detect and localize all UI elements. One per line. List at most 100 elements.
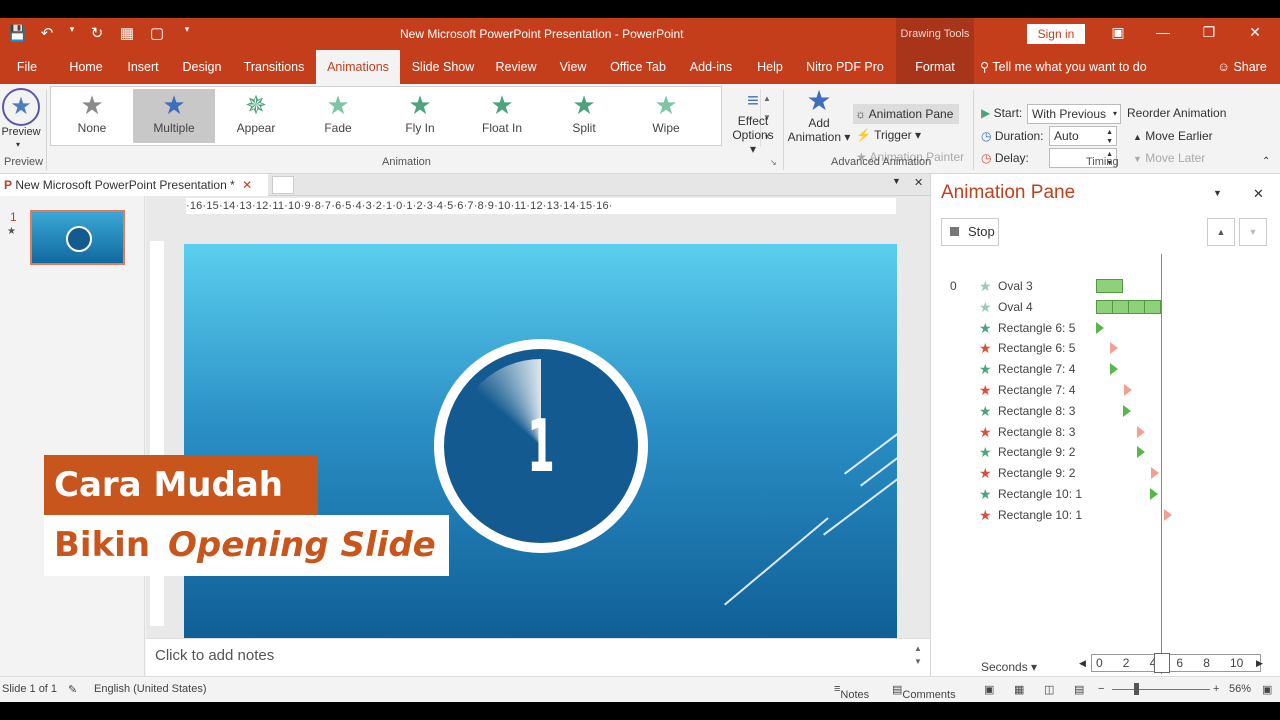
collapse-ribbon-icon[interactable]: ⌃ — [1262, 156, 1270, 167]
zoom-slider-thumb[interactable] — [1134, 683, 1139, 695]
slide-show-view-icon[interactable]: ▤ — [1074, 683, 1084, 696]
dialog-launcher-icon[interactable]: ↘ — [770, 158, 777, 167]
tab-animations[interactable]: Animations — [316, 50, 400, 84]
tab-office-tab[interactable]: Office Tab — [604, 50, 672, 84]
sign-in-button[interactable]: Sign in — [1027, 24, 1085, 44]
pane-options-icon[interactable]: ▼ — [1213, 188, 1222, 198]
triangle-up-icon: ▲ — [1133, 132, 1142, 142]
zoom-out-icon[interactable]: − — [1098, 683, 1104, 695]
notes-button[interactable]: ≡ Notes — [834, 683, 869, 701]
animation-list-item[interactable]: ★ Rectangle 10: 1 — [931, 484, 1280, 504]
stop-button[interactable]: Stop — [941, 218, 999, 246]
animation-item-name: Rectangle 9: 2 — [998, 445, 1076, 460]
zoom-level[interactable]: 56% — [1229, 683, 1251, 695]
customize-qat-icon[interactable]: ▾ — [178, 24, 196, 42]
animation-pane-button[interactable]: ☼ Animation Pane — [853, 104, 959, 124]
reading-view-icon[interactable]: ◫ — [1044, 683, 1054, 696]
tab-file[interactable]: File — [8, 50, 46, 84]
animation-list-item[interactable]: ★ Rectangle 6: 5 — [931, 338, 1280, 358]
share-button[interactable]: ☺ Share — [1212, 50, 1272, 84]
gallery-item-wipe[interactable]: ★ Wipe — [625, 89, 707, 143]
duration-input[interactable]: Auto ▲ ▼ — [1049, 126, 1117, 146]
animation-list-item[interactable]: ★ Rectangle 7: 4 — [931, 359, 1280, 379]
document-tab[interactable]: P New Microsoft PowerPoint Presentation … — [0, 174, 268, 196]
animation-list-item[interactable]: ★ Rectangle 7: 4 — [931, 380, 1280, 400]
tab-nitro-pdf-pro[interactable]: Nitro PDF Pro — [800, 50, 890, 84]
timeline-left-icon[interactable]: ◀ — [1079, 658, 1086, 669]
tab-format[interactable]: Format — [896, 50, 974, 84]
animation-list-item[interactable]: ★ Rectangle 10: 1 — [931, 505, 1280, 525]
notes-placeholder[interactable]: Click to add notes — [146, 638, 930, 676]
fit-slide-icon[interactable]: ▣ — [1262, 683, 1272, 696]
move-up-button[interactable]: ▲ — [1207, 218, 1235, 246]
slide-thumbnail[interactable] — [30, 210, 125, 265]
move-earlier-button[interactable]: ▲ Move Earlier — [1133, 129, 1213, 143]
tab-view[interactable]: View — [552, 50, 594, 84]
spellcheck-icon[interactable]: ✎ — [68, 683, 77, 696]
comments-button[interactable]: ▤ Comments — [892, 683, 956, 701]
seconds-dropdown[interactable]: Seconds ▾ — [981, 660, 1037, 674]
countdown-circle[interactable]: 1 — [434, 339, 648, 553]
preview-button[interactable]: ★ Preview ▾ — [0, 88, 42, 150]
normal-view-icon[interactable]: ▣ — [984, 683, 994, 696]
zoom-in-icon[interactable]: + — [1213, 683, 1219, 695]
move-later-button[interactable]: ▼ Move Later — [1133, 151, 1205, 165]
start-select[interactable]: With Previous ▾ — [1027, 104, 1121, 124]
gallery-item-fly-in[interactable]: ★ Fly In — [379, 89, 461, 143]
ribbon-display-options-icon[interactable]: ▣ — [1108, 24, 1128, 41]
decorative-line — [844, 415, 897, 475]
close-tab-icon[interactable]: ✕ — [242, 178, 252, 192]
trigger-button[interactable]: ⚡ Trigger ▾ — [856, 128, 921, 142]
tab-help[interactable]: Help — [750, 50, 790, 84]
gallery-item-fade[interactable]: ★ Fade — [297, 89, 379, 143]
move-down-button[interactable]: ▼ — [1239, 218, 1267, 246]
tab-insert[interactable]: Insert — [120, 50, 166, 84]
new-tab-button[interactable] — [272, 176, 294, 194]
minimize-icon[interactable]: — — [1153, 24, 1173, 40]
gallery-item-none[interactable]: ★ None — [51, 89, 133, 143]
save-icon[interactable]: 💾 — [8, 24, 27, 42]
animation-list-item[interactable]: ★ Rectangle 9: 2 — [931, 463, 1280, 483]
slide-sorter-icon[interactable]: ▦ — [1014, 683, 1024, 696]
animation-list-item[interactable]: ★ Rectangle 8: 3 — [931, 401, 1280, 421]
animation-list-item[interactable]: ★ Oval 4 — [931, 297, 1280, 317]
spinner-icon[interactable]: ▲ ▼ — [1106, 128, 1113, 146]
gallery-item-split[interactable]: ★ Split — [543, 89, 625, 143]
gallery-item-appear[interactable]: ✵ Appear — [215, 89, 297, 143]
tab-slide-show[interactable]: Slide Show — [406, 50, 480, 84]
effect-options-button[interactable]: ≡ Effect Options ▾ — [730, 88, 776, 156]
animation-list-item[interactable]: ★ Rectangle 8: 3 — [931, 422, 1280, 442]
editor-scroll-arrows[interactable]: ▲ ▼ — [914, 642, 922, 668]
repeat-icon[interactable]: ↻ — [88, 24, 106, 42]
tab-transitions[interactable]: Transitions — [238, 50, 310, 84]
tab-add-ins[interactable]: Add-ins — [682, 50, 740, 84]
preview-dropdown-icon[interactable]: ▾ — [16, 140, 20, 149]
gallery-item-float-in[interactable]: ★ Float In — [461, 89, 543, 143]
tab-design[interactable]: Design — [176, 50, 228, 84]
undo-icon[interactable]: ↶ — [38, 24, 56, 42]
language-indicator[interactable]: English (United States) — [94, 683, 207, 695]
tab-list-icon[interactable]: ▼ — [892, 176, 901, 186]
new-file-icon[interactable]: ▢ — [148, 24, 166, 42]
slide-canvas[interactable]: 1 — [184, 244, 897, 646]
start-from-beginning-icon[interactable]: ▦ — [118, 24, 136, 42]
undo-dropdown-icon[interactable]: ▾ — [68, 24, 76, 42]
timeline-marker-icon — [1096, 321, 1104, 334]
chevron-down-icon: ▾ — [1112, 109, 1117, 118]
restore-icon[interactable]: ❐ — [1199, 24, 1219, 41]
animation-list-item[interactable]: ★ Rectangle 9: 2 — [931, 442, 1280, 462]
add-animation-button[interactable]: ★ Add Animation ▾ — [787, 86, 851, 145]
tab-home[interactable]: Home — [60, 50, 112, 84]
gallery-label: Multiple — [153, 121, 195, 135]
animation-list-item[interactable]: ★ Rectangle 6: 5 — [931, 318, 1280, 338]
tab-review[interactable]: Review — [490, 50, 542, 84]
zoom-slider-track[interactable] — [1112, 689, 1210, 690]
timeline-right-icon[interactable]: ▶ — [1256, 658, 1263, 669]
tell-me-search[interactable]: ⚲ Tell me what you want to do — [980, 50, 1170, 84]
timeline-position-box[interactable] — [1154, 653, 1170, 673]
close-pane-icon[interactable]: ✕ — [1253, 186, 1264, 202]
animation-list-item[interactable]: 0 ★ Oval 3 — [931, 276, 1280, 296]
close-document-icon[interactable]: ✕ — [914, 176, 923, 189]
gallery-item-multiple[interactable]: ★ Multiple — [133, 89, 215, 143]
close-icon[interactable]: ✕ — [1245, 24, 1265, 41]
